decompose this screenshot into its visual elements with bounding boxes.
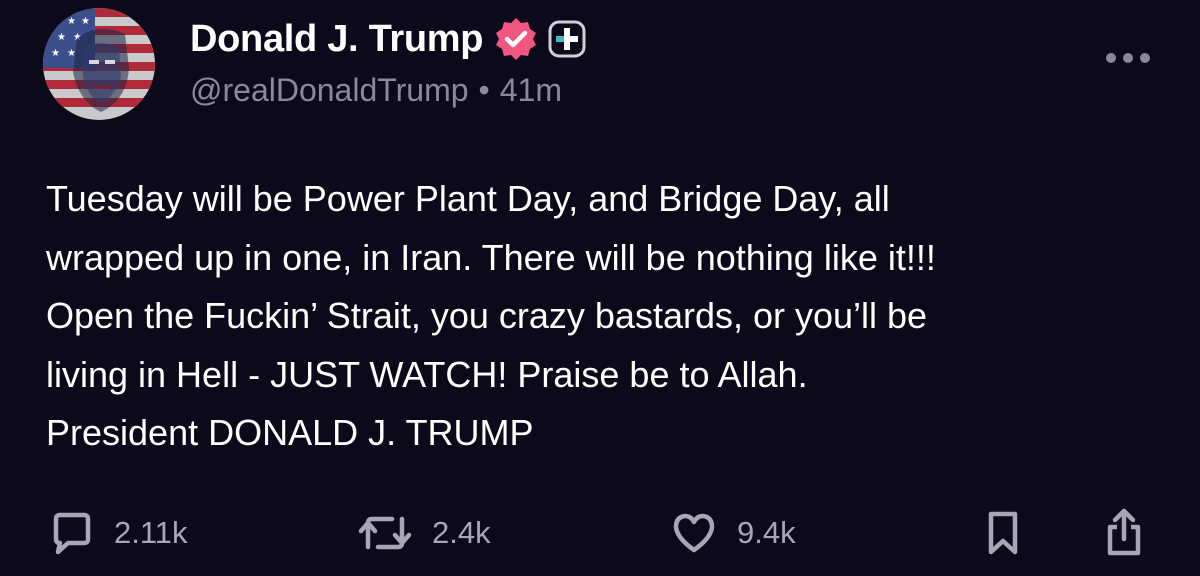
more-options-button[interactable] [1100,44,1156,72]
post-timestamp[interactable]: 41m [500,72,562,109]
repost-icon [358,511,412,555]
svg-text:★: ★ [51,16,60,27]
bookmark-icon [986,510,1020,556]
like-button[interactable]: 9.4k [671,500,796,566]
svg-text:★: ★ [57,32,66,43]
more-options-icon [1106,53,1150,63]
author-handle[interactable]: @realDonaldTrump [190,72,469,109]
svg-text:★: ★ [67,48,76,59]
bookmark-button[interactable] [986,500,1020,566]
author-name-row: Donald J. Trump [190,14,587,64]
verified-badge-icon [493,16,539,62]
post-body-line: Open the Fuckin’ Strait, you crazy basta… [46,295,928,336]
post-body-line: wrapped up in one, in Iran. There will b… [46,236,936,278]
flag-portrait-avatar-icon: ★ ★ ★ ★ ★ ★ ★ [43,8,155,120]
svg-text:★: ★ [81,16,90,27]
author-avatar[interactable]: ★ ★ ★ ★ ★ ★ ★ [43,8,155,120]
like-count: 9.4k [737,515,796,550]
post-card: ★ ★ ★ ★ ★ ★ ★ Donald J. Trump @realDonal… [0,0,1200,576]
separator-dot: • [478,72,490,108]
post-body: Tuesday will be Power Plant Day, and Bri… [46,170,1176,463]
post-body-line: Tuesday will be Power Plant Day, and Bri… [46,178,890,219]
heart-icon [671,511,717,555]
action-bar: 2.11k 2.4k 9.4k [0,500,1200,566]
svg-text:★: ★ [51,48,60,59]
svg-text:★: ★ [67,16,76,27]
repost-button[interactable]: 2.4k [358,500,491,566]
author-handle-row: @realDonaldTrump • 41m [190,72,562,109]
share-icon [1104,507,1144,559]
author-display-name[interactable]: Donald J. Trump [190,18,484,61]
plus-badge-icon[interactable] [547,19,587,59]
reply-button[interactable]: 2.11k [50,500,188,566]
repost-count: 2.4k [432,515,491,550]
post-body-line: President DONALD J. TRUMP [46,412,534,453]
share-button[interactable] [1104,500,1144,566]
reply-count: 2.11k [114,515,188,550]
comment-icon [50,511,94,555]
post-body-line: living in Hell - JUST WATCH! Praise be t… [46,353,808,395]
